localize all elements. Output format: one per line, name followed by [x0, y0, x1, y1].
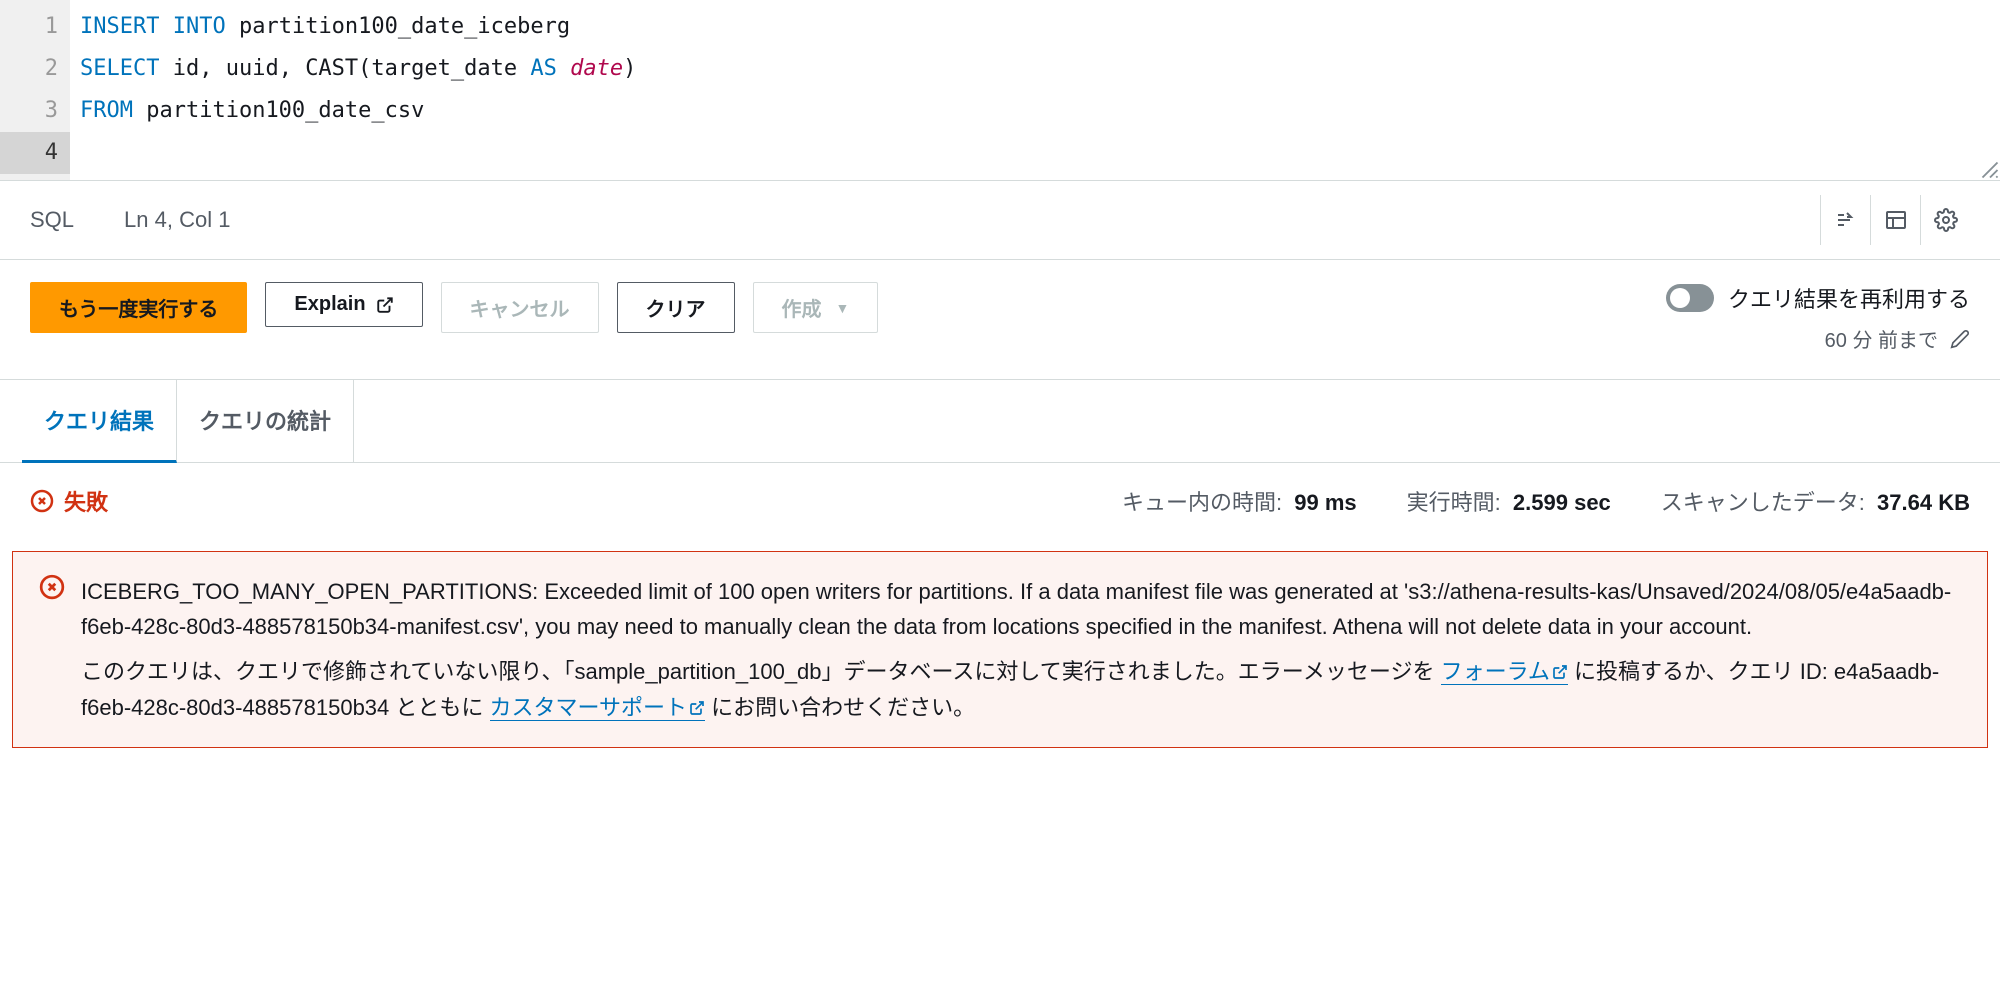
external-link-icon	[1552, 664, 1568, 680]
data-scanned-metric: スキャンしたデータ: 37.64 KB	[1661, 485, 1970, 517]
run-again-button[interactable]: もう一度実行する	[30, 282, 247, 333]
line-number: 4	[0, 132, 70, 174]
error-hint: このクエリは、クエリで修飾されていない限り、「sample_partition_…	[81, 654, 1961, 724]
cancel-button: キャンセル	[441, 282, 599, 333]
forum-link[interactable]: フォーラム	[1441, 659, 1568, 685]
create-dropdown-button: 作成 ▼	[753, 282, 879, 333]
line-number: 3	[8, 90, 58, 132]
result-tabs: クエリ結果 クエリの統計	[0, 380, 2000, 463]
line-number: 2	[8, 48, 58, 90]
support-link[interactable]: カスタマーサポート	[490, 695, 706, 721]
cursor-position: Ln 4, Col 1	[124, 207, 230, 233]
reuse-age-label: 60 分 前まで	[1825, 324, 1938, 353]
tab-query-results[interactable]: クエリ結果	[22, 380, 177, 463]
sql-editor[interactable]: 1 2 3 4 INSERT INTO partition100_date_ic…	[0, 0, 2000, 181]
error-icon	[39, 574, 65, 725]
external-link-icon	[689, 700, 705, 716]
error-alert: ICEBERG_TOO_MANY_OPEN_PARTITIONS: Exceed…	[12, 551, 1988, 748]
edit-icon[interactable]	[1950, 329, 1970, 349]
sql-code-area[interactable]: INSERT INTO partition100_date_iceberg SE…	[70, 0, 2000, 180]
action-bar: もう一度実行する Explain キャンセル クリア 作成 ▼ クエリ結果を再利…	[0, 260, 2000, 380]
clear-button[interactable]: クリア	[617, 282, 735, 333]
status-badge: 失敗	[30, 485, 108, 517]
chevron-down-icon: ▼	[836, 300, 850, 316]
line-number: 1	[8, 6, 58, 48]
language-label: SQL	[30, 207, 74, 233]
reuse-results-label: クエリ結果を再利用する	[1728, 282, 1970, 314]
exec-time-metric: 実行時間: 2.599 sec	[1407, 485, 1611, 517]
tab-query-stats[interactable]: クエリの統計	[177, 380, 354, 462]
error-icon	[30, 489, 54, 513]
resize-handle[interactable]	[1980, 160, 2000, 180]
external-link-icon	[376, 296, 394, 314]
editor-status-bar: SQL Ln 4, Col 1	[0, 181, 2000, 260]
error-message: ICEBERG_TOO_MANY_OPEN_PARTITIONS: Exceed…	[81, 574, 1961, 644]
reuse-results-toggle[interactable]	[1666, 284, 1714, 312]
format-query-button[interactable]	[1820, 195, 1870, 245]
settings-button[interactable]	[1920, 195, 1970, 245]
line-number-gutter: 1 2 3 4	[0, 0, 70, 180]
result-summary: 失敗 キュー内の時間: 99 ms 実行時間: 2.599 sec スキャンした…	[0, 463, 2000, 539]
explain-button[interactable]: Explain	[265, 282, 422, 327]
queue-time-metric: キュー内の時間: 99 ms	[1122, 485, 1357, 517]
layout-toggle-button[interactable]	[1870, 195, 1920, 245]
